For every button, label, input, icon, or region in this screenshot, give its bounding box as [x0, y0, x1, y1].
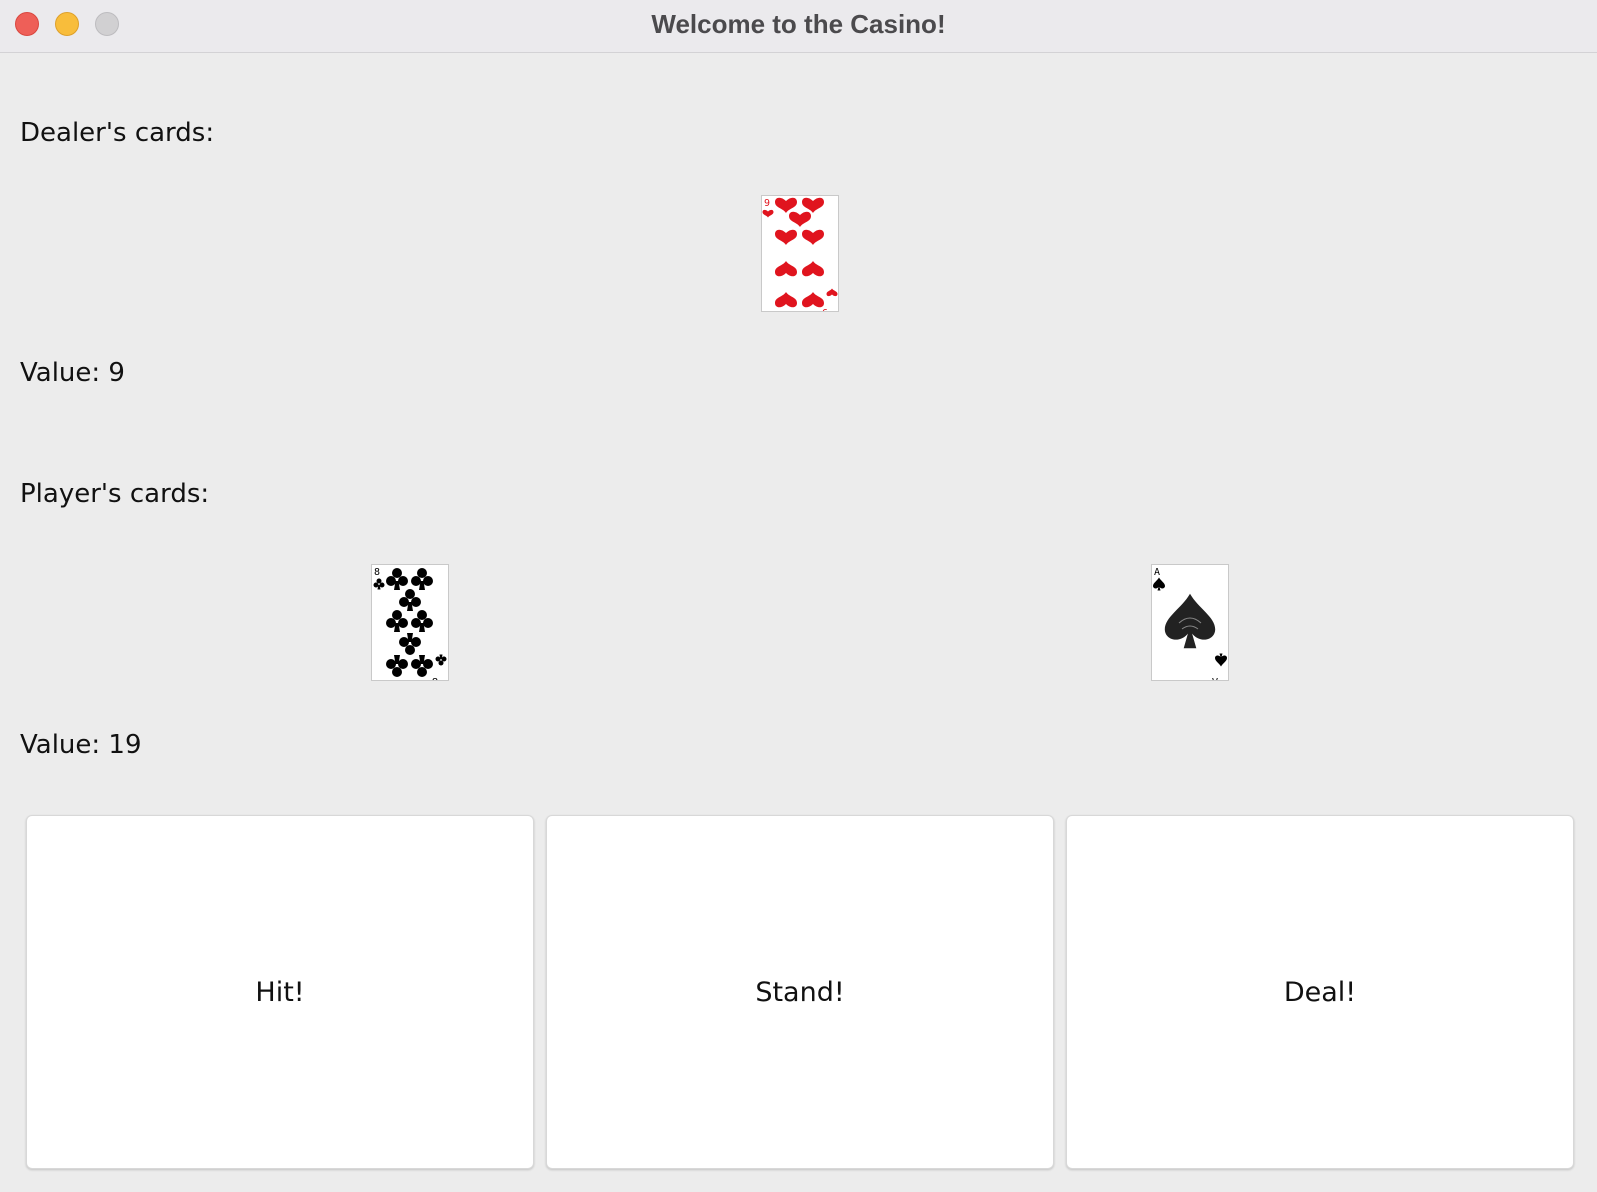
dealer-value-label: Value: 9 — [20, 358, 125, 388]
player-value-label: Value: 19 — [20, 730, 142, 760]
heart-icon — [775, 229, 797, 245]
club-icon — [386, 655, 408, 677]
heart-icon — [762, 209, 774, 218]
spade-icon — [1215, 653, 1227, 667]
card-rank-bottom: A — [1212, 675, 1218, 680]
heart-icon — [802, 229, 824, 245]
heart-icon — [789, 211, 811, 227]
hit-button[interactable]: Hit! — [26, 815, 534, 1169]
heart-icon — [775, 197, 797, 213]
player-card-8-of-clubs: 8 8 — [371, 564, 449, 681]
dealer-card-9-of-hearts: 9 9 — [761, 195, 839, 312]
title-bar: Welcome to the Casino! — [0, 0, 1597, 53]
club-icon — [386, 568, 408, 590]
card-rank-bottom: 9 — [822, 306, 828, 311]
spade-icon — [1153, 577, 1165, 591]
heart-icon — [802, 197, 824, 213]
club-icon — [411, 610, 433, 632]
club-icon — [373, 578, 385, 590]
club-icon — [435, 654, 447, 666]
heart-icon — [826, 288, 838, 297]
club-icon — [386, 610, 408, 632]
spade-icon — [1164, 593, 1216, 649]
club-icon — [411, 655, 433, 677]
card-rank-top: 8 — [374, 567, 380, 578]
stand-button[interactable]: Stand! — [546, 815, 1054, 1169]
club-icon — [399, 589, 421, 611]
card-rank-top: 9 — [764, 198, 770, 209]
card-rank-bottom: 8 — [432, 675, 438, 680]
heart-icon — [775, 292, 797, 308]
card-rank-top: A — [1154, 567, 1160, 578]
player-cards-heading: Player's cards: — [20, 479, 210, 509]
heart-icon — [775, 261, 797, 277]
deal-button[interactable]: Deal! — [1066, 815, 1574, 1169]
dealer-cards-heading: Dealer's cards: — [20, 118, 215, 148]
club-icon — [399, 633, 421, 655]
heart-icon — [802, 292, 824, 308]
player-card-ace-of-spades: A A — [1151, 564, 1229, 681]
window-title: Welcome to the Casino! — [651, 9, 946, 39]
heart-icon — [802, 261, 824, 277]
club-icon — [411, 568, 433, 590]
